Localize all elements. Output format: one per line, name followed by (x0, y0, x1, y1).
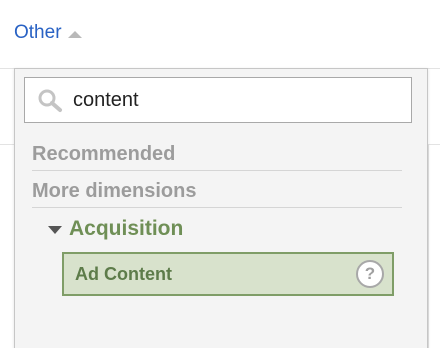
help-icon[interactable]: ? (356, 260, 384, 288)
other-toggle-label: Other (14, 22, 62, 43)
dimension-option-ad-content[interactable]: Ad Content ? (62, 252, 394, 296)
caret-down-icon (48, 226, 62, 234)
section-recommended[interactable]: Recommended (32, 143, 402, 171)
section-more-dimensions[interactable]: More dimensions (32, 180, 402, 208)
group-acquisition-label: Acquisition (69, 217, 184, 240)
other-dimension-toggle[interactable]: Other (14, 22, 82, 44)
caret-up-icon (67, 30, 82, 38)
group-acquisition[interactable]: Acquisition (48, 217, 183, 241)
dimension-dropdown: Recommended More dimensions Acquisition … (14, 68, 428, 348)
dimension-search-input[interactable] (73, 88, 393, 112)
dimension-search-box[interactable] (24, 77, 412, 123)
search-icon (38, 89, 62, 112)
background-column-line (428, 144, 429, 348)
dimension-option-label: Ad Content (75, 263, 172, 284)
dimension-picker-screen: Other Recommended More dimensions Acquis… (0, 0, 440, 348)
